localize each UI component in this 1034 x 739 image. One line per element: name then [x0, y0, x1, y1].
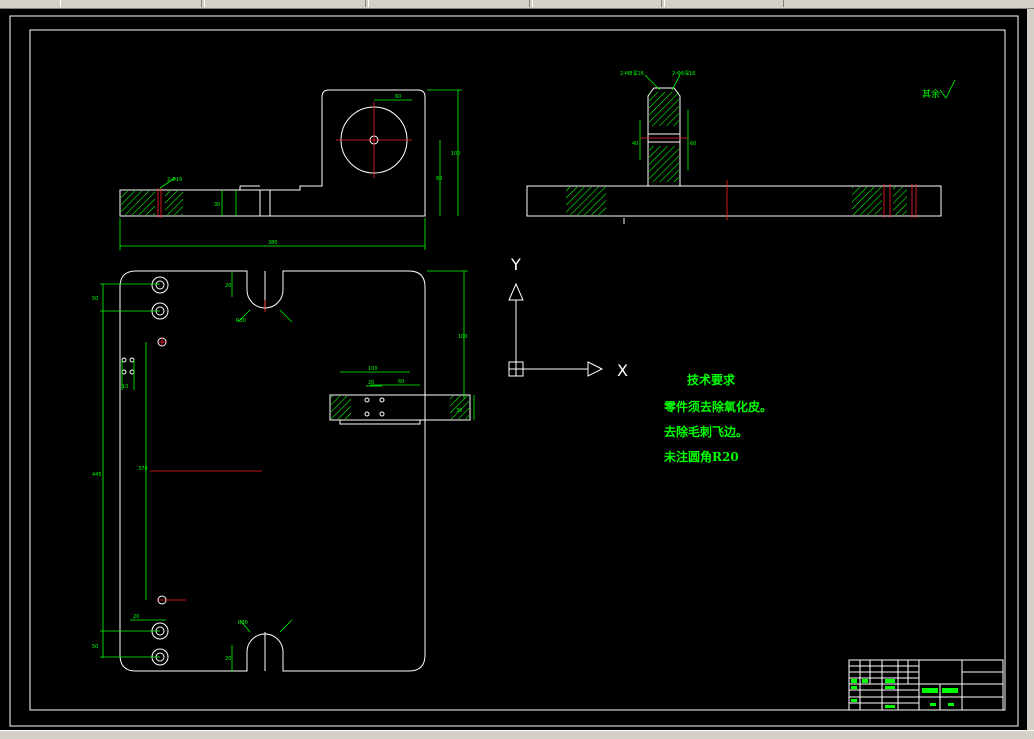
toolbar-tab[interactable]	[368, 0, 530, 7]
title-block	[848, 659, 1004, 711]
dim-front-thk: 30	[214, 202, 220, 208]
dim-tab-width: 100	[368, 366, 378, 372]
ucs-y-label: Y	[510, 255, 521, 274]
dim-plan-145: 100	[458, 334, 468, 340]
dim-plan-pitch-bottom: 50	[92, 644, 98, 650]
tech-req-title: 技术要求	[687, 372, 736, 387]
dim-front-height: 100	[451, 151, 461, 157]
vertical-scrollbar[interactable]	[1027, 9, 1034, 730]
technical-requirements: 技术要求 零件须去除氧化皮。 去除毛刺飞边。 未注圆角R20	[663, 372, 772, 464]
dim-tab-hole: 20	[368, 380, 374, 386]
ucs-x-label: X	[617, 361, 628, 380]
dim-plan-height: 445	[92, 472, 102, 478]
toolbar-tab[interactable]	[60, 0, 202, 7]
tech-req-line: 未注圆角R20	[663, 449, 739, 464]
dim-slot-bottom: 20	[225, 656, 231, 662]
roughness-symbol: 其余	[922, 79, 956, 100]
toolbar-tab[interactable]	[532, 0, 662, 7]
svg-text:其余: 其余	[922, 88, 940, 100]
dim-plan-side: 10	[122, 384, 128, 390]
front-view: 380 100 60 80 30 2-Φ16	[119, 89, 462, 250]
side-view: 2-M8深16 2-Φ8深16 40 60	[526, 70, 942, 224]
dim-plan-slot: 20	[133, 614, 139, 620]
side-h-40: 40	[632, 141, 638, 147]
side-hole-left: 2-M8深16	[620, 70, 644, 77]
tech-req-line: 零件须去除氧化皮。	[663, 399, 772, 414]
toolbar-tab[interactable]	[664, 0, 784, 7]
side-h-60: 60	[690, 141, 696, 147]
inner-frame	[29, 29, 1006, 711]
tech-req-line: 去除毛刺飞边。	[664, 424, 748, 439]
dim-circle: 60	[395, 94, 401, 100]
plan-view: 445 370 50 50 10 20 20 20 R30 R30 100 10…	[92, 270, 475, 672]
side-hole-right: 2-Φ8深16	[672, 70, 695, 77]
front-hatch	[121, 191, 155, 215]
dim-plan-pitch-top: 50	[92, 296, 98, 302]
cad-drawing: 380 100 60 80 30 2-Φ16 2-M8深16 2-Φ8深16 4…	[9, 15, 1019, 727]
dim-tab-depth: 60	[398, 379, 404, 385]
dim-tab-height: 30	[456, 408, 462, 414]
cad-drawing-viewport[interactable]: 380 100 60 80 30 2-Φ16 2-M8深16 2-Φ8深16 4…	[0, 9, 1027, 730]
dim-r-top: R30	[236, 318, 246, 324]
toolbar-tab[interactable]	[204, 0, 366, 7]
dim-slot-top: 20	[225, 283, 231, 289]
application-toolbar-strip	[0, 0, 1034, 9]
dim-front-length: 380	[268, 240, 278, 246]
dim-front-hole: 2-Φ16	[167, 177, 182, 183]
dim-front-80: 80	[436, 176, 442, 182]
dim-plan-span: 370	[138, 466, 148, 472]
dim-r-bottom: R30	[238, 620, 248, 626]
outer-frame	[9, 15, 1019, 727]
ucs-icon: Y X	[508, 255, 628, 380]
